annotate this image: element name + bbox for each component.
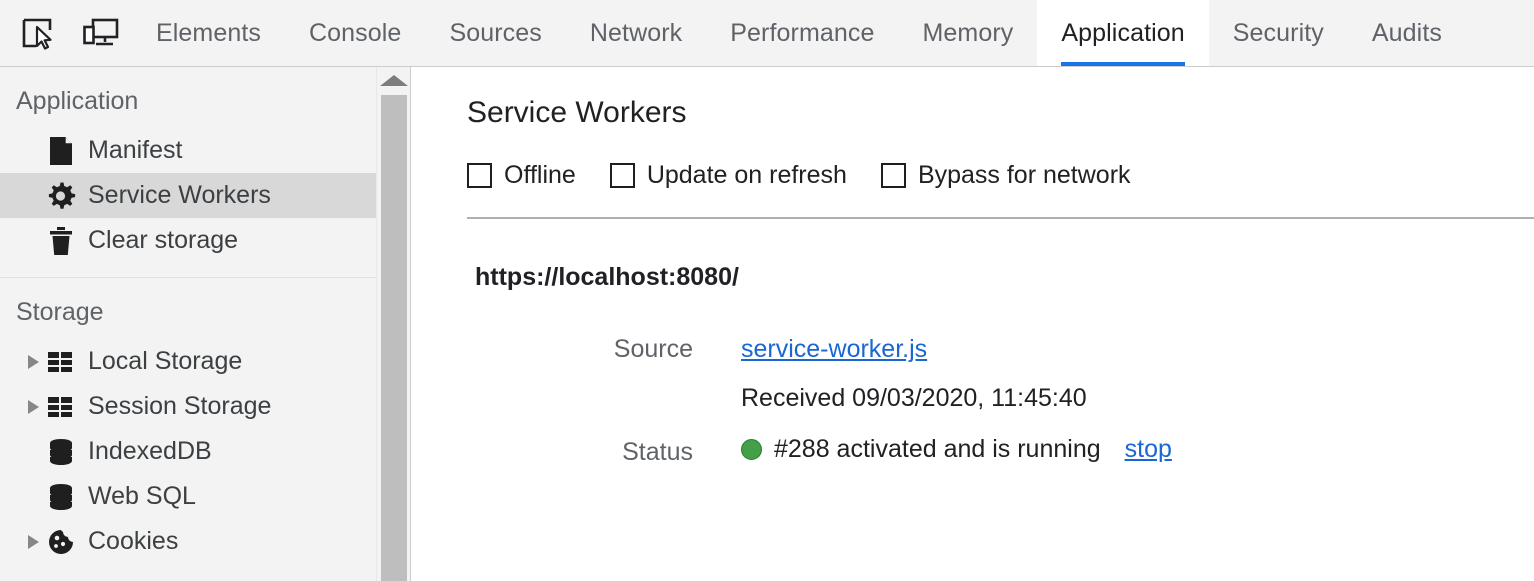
sidebar-section-application-title: Application bbox=[16, 87, 139, 115]
scroll-up-arrow-icon[interactable] bbox=[377, 67, 410, 93]
scrollbar-thumb[interactable] bbox=[381, 95, 407, 581]
tab-memory[interactable]: Memory bbox=[898, 0, 1037, 66]
source-value: service-worker.js bbox=[741, 335, 927, 364]
checkbox-bypass-for-network[interactable]: Bypass for network bbox=[880, 161, 1131, 190]
row-spacer bbox=[475, 384, 741, 413]
sidebar-item-web-sql[interactable]: Web SQL bbox=[0, 474, 410, 519]
checkbox-box[interactable] bbox=[609, 163, 635, 188]
tab-network[interactable]: Network bbox=[566, 0, 706, 66]
sidebar-item-label: Cookies bbox=[88, 527, 179, 555]
sidebar-item-service-workers[interactable]: Service Workers bbox=[0, 173, 410, 218]
expand-triangle-icon[interactable] bbox=[22, 351, 44, 373]
table-icon bbox=[46, 392, 76, 422]
trash-icon bbox=[46, 226, 76, 256]
tab-application[interactable]: Application bbox=[1037, 0, 1209, 66]
status-badge: #288 activated and is running bbox=[774, 435, 1101, 463]
tab-elements[interactable]: Elements bbox=[132, 0, 285, 66]
checkbox-box[interactable] bbox=[880, 163, 906, 188]
service-workers-header: Service Workers Offline Update on refres… bbox=[411, 67, 1534, 219]
tab-sources[interactable]: Sources bbox=[425, 0, 565, 66]
service-worker-origin: https://localhost:8080/ bbox=[475, 263, 739, 291]
tab-label: Console bbox=[309, 18, 402, 47]
tab-label: Audits bbox=[1371, 18, 1442, 47]
devtools-tabs: Elements Console Sources Network Perform… bbox=[132, 0, 1534, 66]
tab-label: Elements bbox=[156, 18, 262, 47]
sidebar-item-label: Web SQL bbox=[88, 482, 196, 510]
expand-triangle-icon[interactable] bbox=[22, 396, 44, 418]
document-icon bbox=[46, 136, 76, 166]
devtools-window: Elements Console Sources Network Perform… bbox=[0, 0, 1534, 581]
devtools-body: Application Manifest Service Workers Cle… bbox=[0, 67, 1534, 581]
table-icon bbox=[46, 347, 76, 377]
sidebar-item-label: Manifest bbox=[88, 136, 183, 164]
cookie-icon bbox=[46, 527, 76, 557]
sidebar-item-manifest[interactable]: Manifest bbox=[0, 128, 410, 173]
service-worker-fields: Source service-worker.js Received 09/03/… bbox=[475, 335, 1534, 467]
tab-performance[interactable]: Performance bbox=[706, 0, 898, 66]
device-toolbar-icon[interactable] bbox=[80, 12, 122, 54]
service-workers-panel: Service Workers Offline Update on refres… bbox=[411, 67, 1534, 581]
application-sidebar: Application Manifest Service Workers Cle… bbox=[0, 67, 411, 581]
tab-label: Performance bbox=[730, 18, 875, 47]
status-indicator-icon bbox=[741, 439, 762, 460]
sidebar-item-cookies[interactable]: Cookies bbox=[0, 519, 410, 564]
received-row: Received 09/03/2020, 11:45:40 bbox=[475, 384, 1534, 413]
devtools-toolbar-icons bbox=[0, 0, 132, 66]
sidebar-item-label: Local Storage bbox=[88, 347, 243, 375]
service-worker-detail: https://localhost:8080/ Source service-w… bbox=[411, 219, 1534, 581]
status-row: Status #288 activated and is running sto… bbox=[475, 435, 1534, 467]
stop-link[interactable]: stop bbox=[1125, 435, 1172, 464]
sidebar-item-clear-storage[interactable]: Clear storage bbox=[0, 218, 410, 263]
tab-security[interactable]: Security bbox=[1209, 0, 1348, 66]
devtools-tabbar: Elements Console Sources Network Perform… bbox=[0, 0, 1534, 67]
tab-audits[interactable]: Audits bbox=[1348, 0, 1466, 66]
sidebar-item-local-storage[interactable]: Local Storage bbox=[0, 339, 410, 384]
database-icon bbox=[46, 482, 76, 512]
service-worker-options: Offline Update on refresh Bypass for net… bbox=[467, 161, 1534, 190]
inspect-element-icon[interactable] bbox=[16, 12, 58, 54]
tab-label: Sources bbox=[449, 18, 542, 47]
expand-triangle-icon[interactable] bbox=[22, 531, 44, 553]
checkbox-label: Offline bbox=[504, 161, 576, 189]
checkbox-update-on-refresh[interactable]: Update on refresh bbox=[609, 161, 847, 190]
sidebar-item-label: IndexedDB bbox=[88, 437, 212, 465]
database-icon bbox=[46, 437, 76, 467]
tab-label: Memory bbox=[922, 18, 1014, 47]
sidebar-item-label: Service Workers bbox=[88, 181, 271, 209]
tab-console[interactable]: Console bbox=[285, 0, 425, 66]
status-label: Status bbox=[622, 438, 693, 466]
page-title: Service Workers bbox=[467, 96, 687, 129]
received-text: Received 09/03/2020, 11:45:40 bbox=[741, 384, 1087, 412]
tab-label: Security bbox=[1232, 18, 1324, 47]
service-worker-script-link[interactable]: service-worker.js bbox=[741, 335, 927, 364]
source-row: Source service-worker.js bbox=[475, 335, 1534, 364]
checkbox-offline[interactable]: Offline bbox=[467, 161, 576, 190]
tab-label: Network bbox=[589, 18, 683, 47]
sidebar-item-session-storage[interactable]: Session Storage bbox=[0, 384, 410, 429]
sidebar-scrollbar[interactable] bbox=[376, 67, 410, 581]
checkbox-label: Update on refresh bbox=[646, 161, 847, 189]
source-label: Source bbox=[613, 335, 693, 363]
checkbox-label: Bypass for network bbox=[917, 161, 1131, 189]
sidebar-section-storage-title: Storage bbox=[16, 298, 104, 326]
sidebar-item-indexeddb[interactable]: IndexedDB bbox=[0, 429, 410, 474]
tab-label: Application bbox=[1061, 18, 1185, 47]
sidebar-item-label: Session Storage bbox=[88, 392, 272, 420]
sidebar-item-label: Clear storage bbox=[88, 226, 239, 254]
status-value: #288 activated and is running stop bbox=[741, 435, 1172, 464]
checkbox-box[interactable] bbox=[467, 163, 492, 188]
gear-icon bbox=[46, 181, 76, 211]
